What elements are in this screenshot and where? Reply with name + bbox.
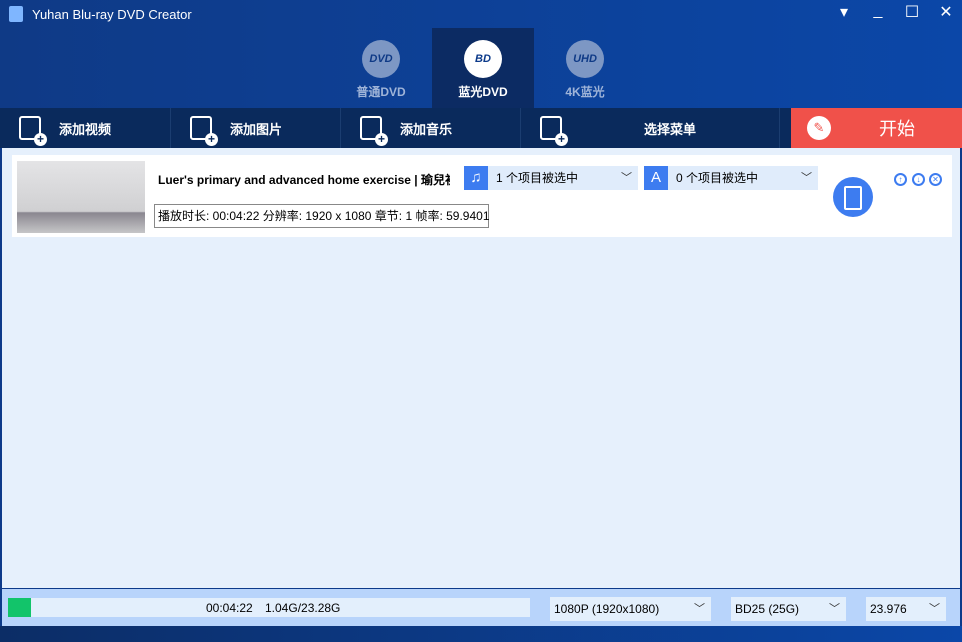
add-music-button[interactable]: 添加音乐 <box>341 108 521 148</box>
bluray-icon: BD <box>464 40 502 78</box>
label: 添加图片 <box>230 121 283 137</box>
label: 0 个项目被选中 <box>676 171 759 185</box>
pen-icon: ✎ <box>807 116 831 140</box>
video-title: Luer's primary and advanced home exercis… <box>158 173 450 187</box>
subtitle-dropdown[interactable]: A 0 个项目被选中 ﹀ <box>644 166 818 190</box>
music-note-icon: ♫ <box>464 166 488 190</box>
label: BD25 (25G) <box>735 602 800 616</box>
add-video-icon <box>19 116 47 146</box>
resolution-select[interactable]: 1080P (1920x1080) ﹀ <box>550 597 711 621</box>
chevron-down-icon: ﹀ <box>801 172 812 184</box>
disc-type-select[interactable]: BD25 (25G) ﹀ <box>731 597 846 621</box>
ultra-hd-icon: UHD <box>566 40 604 78</box>
status-bar <box>0 626 962 642</box>
video-list: Luer's primary and advanced home exercis… <box>2 148 960 588</box>
add-video-button[interactable]: 添加视频 <box>0 108 171 148</box>
window-title: Yuhan Blu-ray DVD Creator <box>32 7 192 22</box>
maximize-button[interactable]: ☐ <box>900 2 924 22</box>
start-button[interactable]: ✎ 开始 <box>791 108 962 148</box>
remove-icon[interactable]: ✕ <box>929 173 942 186</box>
move-up-icon[interactable]: ↑ <box>894 173 907 186</box>
chevron-down-icon: ﹀ <box>621 172 632 184</box>
add-music-icon <box>360 116 388 146</box>
subtitle-icon: A <box>644 166 668 190</box>
tab-bluray[interactable]: BD 蓝光DVD <box>432 28 534 108</box>
app-icon <box>9 6 23 22</box>
size-text: 1.04G/23.28G <box>265 601 341 615</box>
capacity-progress-bar: 00:04:22 1.04G/23.28G <box>8 598 530 617</box>
move-down-icon[interactable]: ↓ <box>912 173 925 186</box>
progress-fill <box>8 598 32 617</box>
minimize-button[interactable]: _ <box>866 2 890 20</box>
close-button[interactable]: ✕ <box>934 2 958 22</box>
add-image-icon <box>190 116 218 146</box>
tab-dvd[interactable]: DVD 普通DVD <box>330 28 432 108</box>
label: 选择菜单 <box>644 121 697 137</box>
edit-video-button[interactable] <box>833 177 873 217</box>
label: 1080P (1920x1080) <box>554 602 660 616</box>
chevron-down-icon: ﹀ <box>929 603 940 615</box>
list-item[interactable]: Luer's primary and advanced home exercis… <box>12 155 952 237</box>
dvd-icon: DVD <box>362 40 400 78</box>
chevron-down-icon: ﹀ <box>829 603 840 615</box>
menu-dropdown-button[interactable]: ▾ <box>832 2 856 22</box>
video-thumbnail[interactable] <box>17 161 145 233</box>
duration-text: 00:04:22 <box>206 601 253 615</box>
label: 23.976 <box>870 602 907 616</box>
add-image-button[interactable]: 添加图片 <box>171 108 341 148</box>
label: 添加视频 <box>59 121 112 137</box>
chevron-down-icon: ﹀ <box>694 603 705 615</box>
bottom-bar: 00:04:22 1.04G/23.28G 1080P (1920x1080) ﹀… <box>2 589 960 626</box>
framerate-select[interactable]: 23.976 ﹀ <box>866 597 946 621</box>
video-info: 播放时长: 00:04:22 分辨率: 1920 x 1080 章节: 1 帧率… <box>154 204 490 228</box>
tab-label: 4K蓝光 <box>565 85 605 99</box>
label: 开始 <box>879 119 915 139</box>
title-bar: Yuhan Blu-ray DVD Creator ▾ _ ☐ ✕ DVD 普通D… <box>0 0 962 108</box>
menu-icon <box>540 116 568 146</box>
tab-label: 蓝光DVD <box>458 85 508 99</box>
tab-4k-bluray[interactable]: UHD 4K蓝光 <box>534 28 636 108</box>
audio-track-dropdown[interactable]: ♫ 1 个项目被选中 ﹀ <box>464 166 638 190</box>
label: 添加音乐 <box>400 121 453 137</box>
select-menu-button[interactable]: 选择菜单 <box>521 108 780 148</box>
label: 1 个项目被选中 <box>496 171 579 185</box>
tab-label: 普通DVD <box>356 85 406 99</box>
